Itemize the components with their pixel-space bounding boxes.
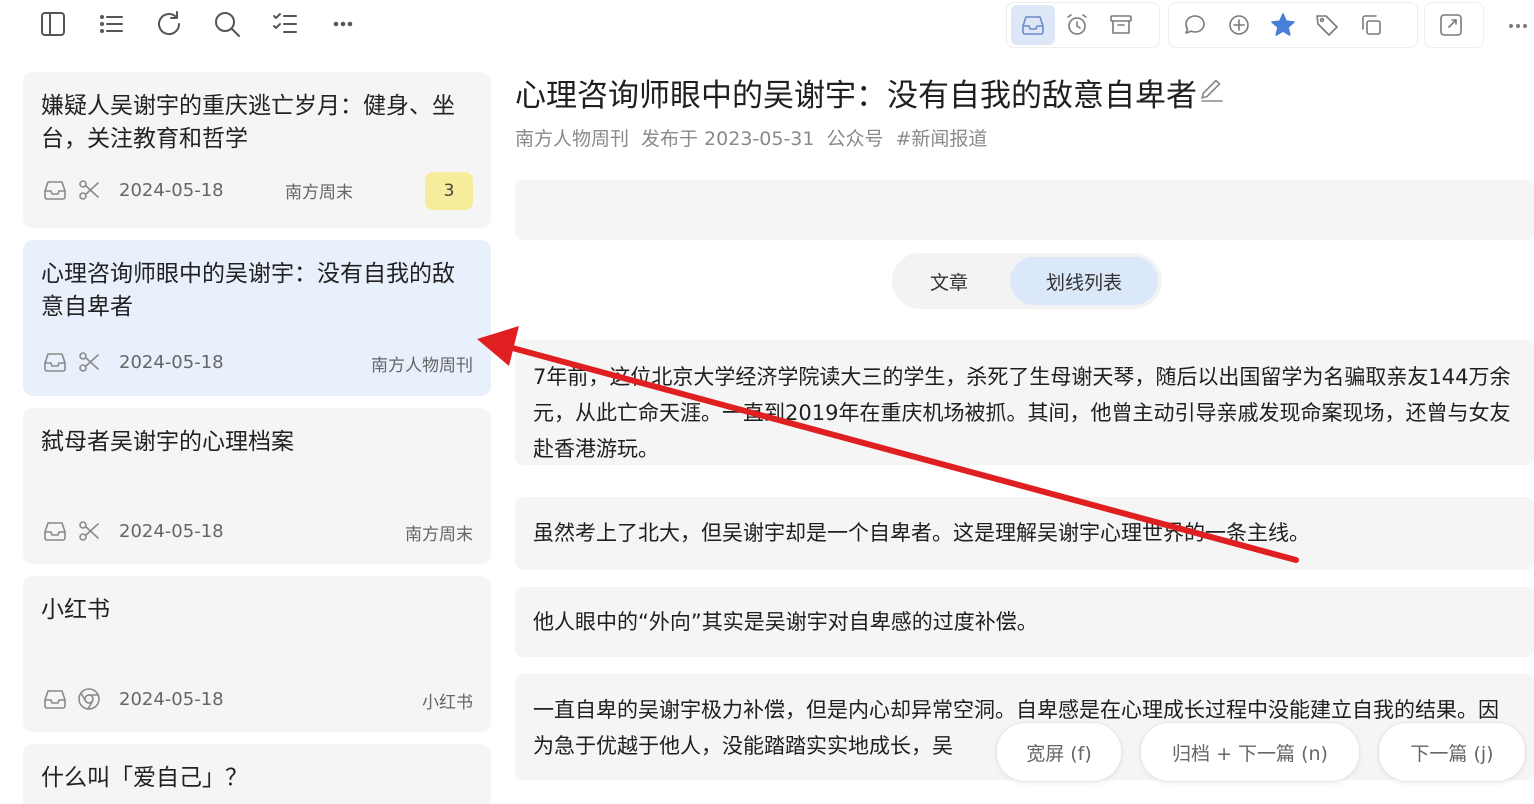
inbox-icon[interactable]: [1011, 5, 1055, 45]
status-group: [1006, 2, 1160, 48]
highlight-item[interactable]: 他人眼中的“外向”其实是吴谢宇对自卑感的过度补偿。: [515, 587, 1534, 657]
list-item-selected[interactable]: 心理咨询师眼中的吴谢宇：没有自我的敌意自卑者 2024-05-18 南方人物周刊: [23, 240, 491, 396]
list-item[interactable]: 什么叫「爱自己」？: [23, 744, 491, 804]
article-tag[interactable]: #新闻报道: [896, 124, 988, 151]
list-item-source: 南方人物周刊: [371, 356, 473, 376]
summary-box[interactable]: [515, 180, 1534, 240]
article-published-date: 发布于 2023-05-31: [641, 128, 815, 150]
list-item-source: 南方周末: [405, 525, 473, 545]
list-item-source: 小红书: [422, 693, 473, 713]
highlight-text: 虽然考上了北大，但吴谢宇却是一个自卑者。这是理解吴谢宇心理世界的一条主线。: [533, 521, 1310, 545]
list-item-title: 什么叫「爱自己」？: [41, 765, 248, 791]
list-item-meta: 2024-05-18: [41, 173, 473, 207]
list-item-title: 嫌疑人吴谢宇的重庆逃亡岁月：健身、坐台，关注教育和哲学: [41, 93, 455, 152]
view-tabs: 文章 划线列表: [892, 253, 1162, 309]
list-icon[interactable]: [82, 6, 140, 42]
article-title: 心理咨询师眼中的吴谢宇：没有自我的敌意自卑者: [515, 78, 1197, 114]
article-source[interactable]: 南方人物周刊: [515, 124, 629, 151]
scissors-icon: [75, 348, 103, 376]
sidebar-toggle-icon[interactable]: [24, 6, 82, 42]
alarm-icon[interactable]: [1055, 5, 1099, 45]
inbox-icon: [41, 517, 69, 545]
next-button[interactable]: 下一篇 (j): [1378, 722, 1526, 782]
list-item[interactable]: 弑母者吴谢宇的心理档案 2024-05-18 南方周末: [23, 408, 491, 564]
article-meta: 南方人物周刊 发布于 2023-05-31 公众号 #新闻报道: [515, 124, 987, 151]
more-icon[interactable]: [314, 6, 372, 42]
list-item-date: 2024-05-18: [119, 351, 224, 373]
list-item-title: 小红书: [41, 597, 110, 623]
more-options-icon[interactable]: [1496, 6, 1534, 46]
highlight-item[interactable]: 虽然考上了北大，但吴谢宇却是一个自卑者。这是理解吴谢宇心理世界的一条主线。: [515, 497, 1534, 570]
comment-icon[interactable]: [1173, 5, 1217, 45]
search-icon[interactable]: [198, 6, 256, 42]
left-toolbar: [24, 6, 372, 42]
chrome-icon: [75, 685, 103, 713]
highlight-text: 7年前，这位北京大学经济学院读大三的学生，杀死了生母谢天琴，随后以出国留学为名骗…: [533, 365, 1511, 461]
scissors-icon: [75, 517, 103, 545]
external-link-icon[interactable]: [1429, 5, 1473, 45]
scissors-icon: [75, 176, 103, 204]
list-item-date: 2024-05-18: [119, 688, 224, 710]
tab-article[interactable]: 文章: [896, 257, 1002, 305]
checklist-icon[interactable]: [256, 6, 314, 42]
list-item-title: 弑母者吴谢宇的心理档案: [41, 429, 294, 455]
list-item-date: 2024-05-18: [119, 520, 224, 542]
add-circle-icon[interactable]: [1217, 5, 1261, 45]
list-item[interactable]: 小红书 2024-05-18 小红书: [23, 576, 491, 732]
copy-icon[interactable]: [1349, 5, 1393, 45]
list-item-date: 2024-05-18: [119, 179, 224, 201]
inbox-icon: [41, 348, 69, 376]
list-item-meta: 2024-05-18: [41, 682, 473, 716]
star-icon[interactable]: [1261, 5, 1305, 45]
article-type: 公众号: [826, 128, 884, 150]
edit-title-icon[interactable]: [1196, 74, 1226, 104]
inbox-icon: [41, 685, 69, 713]
wide-screen-button[interactable]: 宽屏 (f): [996, 722, 1122, 782]
list-item-title: 心理咨询师眼中的吴谢宇：没有自我的敌意自卑者: [41, 261, 455, 320]
tag-icon[interactable]: [1305, 5, 1349, 45]
share-group: [1424, 2, 1484, 48]
inbox-icon: [41, 176, 69, 204]
archive-next-button[interactable]: 归档 + 下一篇 (n): [1140, 722, 1360, 782]
list-item-source: 南方周末: [285, 183, 353, 203]
refresh-icon[interactable]: [140, 6, 198, 42]
tab-highlights[interactable]: 划线列表: [1010, 257, 1158, 305]
archive-icon[interactable]: [1099, 5, 1143, 45]
highlight-text: 他人眼中的“外向”其实是吴谢宇对自卑感的过度补偿。: [533, 610, 1038, 634]
highlight-item[interactable]: 7年前，这位北京大学经济学院读大三的学生，杀死了生母谢天琴，随后以出国留学为名骗…: [515, 340, 1534, 465]
action-group: [1168, 2, 1418, 48]
highlight-count-badge: 3: [425, 172, 473, 210]
list-item[interactable]: 嫌疑人吴谢宇的重庆逃亡岁月：健身、坐台，关注教育和哲学 2024-05-18 南…: [23, 72, 491, 228]
